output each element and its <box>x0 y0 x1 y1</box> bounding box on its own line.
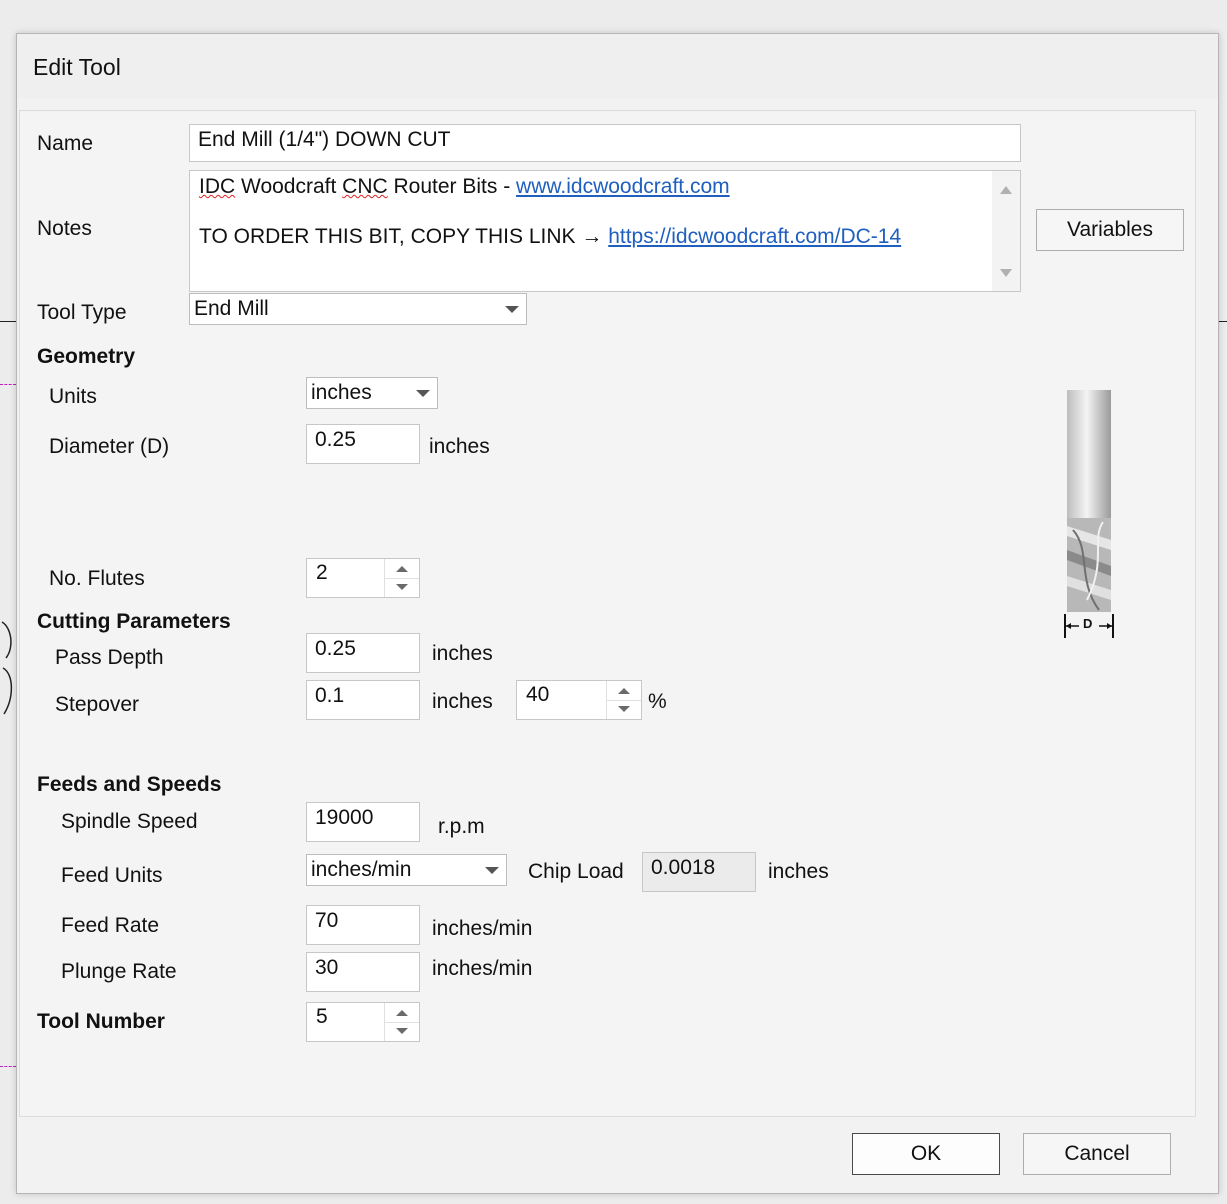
diameter-label: Diameter (D) <box>49 435 170 458</box>
title-bar: Edit Tool <box>17 34 1218 98</box>
tool-type-value: End Mill <box>194 297 269 320</box>
geometry-heading: Geometry <box>37 345 136 368</box>
background-guide <box>0 1066 16 1067</box>
notes-textarea[interactable]: IDC Woodcraft CNC Router Bits - www.idcw… <box>189 170 1021 292</box>
feed-units-label: Feed Units <box>61 864 163 887</box>
cancel-button[interactable]: Cancel <box>1023 1133 1171 1175</box>
background-line <box>0 321 16 322</box>
tool-type-select[interactable]: End Mill <box>189 293 527 325</box>
end-mill-diagram: D <box>1063 390 1119 645</box>
notes-text: CNC <box>342 175 388 198</box>
order-link[interactable]: https://idcwoodcraft.com/DC-14 <box>608 225 901 248</box>
notes-label: Notes <box>37 217 92 240</box>
feeds-heading: Feeds and Speeds <box>37 773 222 796</box>
notes-scrollbar[interactable] <box>992 171 1020 291</box>
units-label: Units <box>49 385 97 408</box>
decrement-arrow-icon[interactable] <box>607 700 641 719</box>
background-guide <box>0 384 16 385</box>
spindle-speed-input[interactable]: 19000 <box>306 802 420 842</box>
notes-text: Router Bits - <box>387 175 517 198</box>
tool-number-spinner[interactable]: 5 <box>306 1002 420 1042</box>
ok-button[interactable]: OK <box>852 1133 1000 1175</box>
diameter-diagram-label: D <box>1083 616 1093 631</box>
background-drawing <box>0 618 16 718</box>
decrement-arrow-icon[interactable] <box>385 578 419 597</box>
stepover-percent-spinner[interactable]: 40 <box>516 680 642 720</box>
tool-type-label: Tool Type <box>37 301 127 324</box>
spindle-speed-unit: r.p.m <box>438 815 485 838</box>
plunge-rate-input[interactable]: 30 <box>306 952 420 992</box>
chip-load-value: 0.0018 <box>642 852 756 892</box>
name-input[interactable]: End Mill (1/4") DOWN CUT <box>189 124 1021 162</box>
chevron-down-icon <box>485 867 499 874</box>
pass-depth-input[interactable]: 0.25 <box>306 633 420 673</box>
plunge-rate-unit: inches/min <box>432 957 533 980</box>
scroll-down-arrow-icon[interactable] <box>1000 269 1012 277</box>
notes-line-2: TO ORDER THIS BIT, COPY THIS LINK → http… <box>199 225 901 249</box>
pass-depth-label: Pass Depth <box>55 646 164 669</box>
feed-rate-unit: inches/min <box>432 917 533 940</box>
plunge-rate-label: Plunge Rate <box>61 960 177 983</box>
feed-rate-label: Feed Rate <box>61 914 160 937</box>
stepover-input[interactable]: 0.1 <box>306 680 420 720</box>
notes-text: TO ORDER THIS BIT, COPY THIS LINK → <box>199 225 609 248</box>
scroll-up-arrow-icon[interactable] <box>1000 186 1012 194</box>
dialog-title: Edit Tool <box>33 54 121 80</box>
decrement-arrow-icon[interactable] <box>385 1022 419 1041</box>
units-select[interactable]: inches <box>306 377 438 409</box>
chip-load-label: Chip Load <box>528 860 624 883</box>
pass-depth-unit: inches <box>432 642 493 665</box>
flutes-value: 2 <box>316 561 328 584</box>
stepover-label: Stepover <box>55 693 140 716</box>
diameter-unit: inches <box>429 435 490 458</box>
flutes-label: No. Flutes <box>49 567 145 590</box>
tool-number-label: Tool Number <box>37 1010 165 1033</box>
name-label: Name <box>37 132 94 155</box>
increment-arrow-icon[interactable] <box>607 681 641 701</box>
diameter-input[interactable]: 0.25 <box>306 424 420 464</box>
tool-form-panel: Name End Mill (1/4") DOWN CUT Notes IDC … <box>19 110 1196 1117</box>
notes-text: Woodcraft <box>235 175 343 198</box>
spindle-speed-label: Spindle Speed <box>61 810 198 833</box>
feed-units-select[interactable]: inches/min <box>306 854 507 886</box>
tool-number-value: 5 <box>316 1005 328 1028</box>
cutting-heading: Cutting Parameters <box>37 610 231 633</box>
edit-tool-dialog: Edit Tool Name End Mill (1/4") DOWN CUT … <box>16 33 1219 1194</box>
notes-text: IDC <box>199 175 236 198</box>
stepover-unit: inches <box>432 690 493 713</box>
feed-rate-input[interactable]: 70 <box>306 905 420 945</box>
percent-sign: % <box>648 690 667 713</box>
website-link[interactable]: www.idcwoodcraft.com <box>516 175 730 198</box>
flutes-spinner[interactable]: 2 <box>306 558 420 598</box>
increment-arrow-icon[interactable] <box>385 559 419 579</box>
chip-load-unit: inches <box>768 860 829 883</box>
variables-button[interactable]: Variables <box>1036 209 1184 251</box>
notes-line-1: IDC Woodcraft CNC Router Bits - www.idcw… <box>199 175 730 199</box>
feed-units-value: inches/min <box>311 858 412 881</box>
increment-arrow-icon[interactable] <box>385 1003 419 1023</box>
stepover-percent-value: 40 <box>526 683 550 706</box>
chevron-down-icon <box>505 306 519 313</box>
chevron-down-icon <box>416 390 430 397</box>
units-value: inches <box>311 381 372 404</box>
